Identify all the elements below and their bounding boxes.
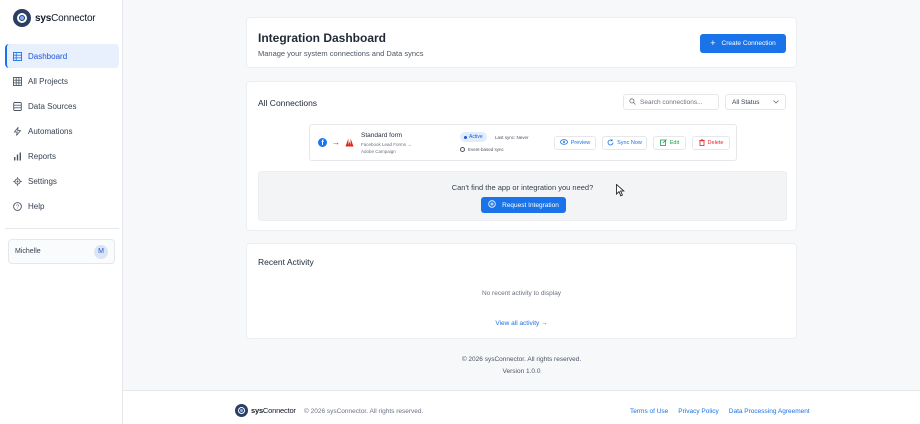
edit-label: Edit [669,140,680,146]
sidebar-item-label: All Projects [28,76,69,86]
request-integration-label: Request Integration [502,201,559,209]
delete-button[interactable]: Delete [692,136,730,150]
search-connections-input[interactable]: Search connections... [623,94,719,110]
delete-label: Delete [707,140,724,146]
sync-now-button[interactable]: Sync Now [602,136,647,150]
database-icon [12,101,22,111]
sync-type: Event-based sync [460,147,504,152]
bar-chart-icon [12,151,22,161]
connection-source: Facebook Lead Forms → [361,142,412,147]
sync-type-label: Event-based sync [468,147,504,152]
svg-text:?: ? [15,204,18,210]
eye-icon [559,139,568,147]
app-name: sysConnector [35,12,96,24]
search-icon [629,97,636,107]
empty-activity-text: No recent activity to display [481,290,562,297]
trash-icon [698,138,705,148]
all-connections-card: All Connections Search connections... Al… [246,81,797,231]
status-badge-label: Active [469,134,483,140]
sidebar: sysConnector Dashboard All Projects Data… [0,0,123,424]
facebook-icon: f [318,138,327,147]
sidebar-nav: Dashboard All Projects Data Sources Auto… [5,44,119,229]
site-footer: sysConnector © 2026 sysConnector. All ri… [123,390,920,424]
sidebar-item-label: Help [28,201,45,211]
connection-row[interactable]: f → Standard form Facebook Lead Forms → … [309,124,737,161]
connection-destination: Adobe Campaign [361,149,396,154]
connections-section-title: All Connections [258,98,318,108]
data-processing-agreement-link[interactable]: Data Processing Agreement [729,408,810,415]
privacy-policy-link[interactable]: Privacy Policy [678,408,718,415]
footer-app-name: sysConnector [251,406,296,415]
page-subtitle: Manage your system connections and Data … [258,49,424,58]
request-integration-prompt: Can't find the app or integration you ne… [451,183,594,192]
refresh-icon [607,138,614,148]
connection-name: Standard form [361,132,403,139]
sidebar-item-reports[interactable]: Reports [5,144,119,168]
clock-icon [460,147,465,152]
sysconnector-logo-icon [13,9,31,27]
user-name: Michelle [15,248,41,255]
sidebar-item-help[interactable]: ? Help [5,194,119,218]
create-connection-label: Create Connection [721,40,776,47]
sidebar-item-all-projects[interactable]: All Projects [5,69,119,93]
view-all-activity-link[interactable]: View all activity → [247,320,796,327]
edit-button[interactable]: Edit [653,136,686,150]
status-filter-value: All Status [732,98,760,106]
activity-section-title: Recent Activity [258,257,314,267]
sidebar-item-label: Dashboard [28,51,68,61]
lightning-icon [12,126,22,136]
gear-icon [12,176,22,186]
sidebar-item-label: Reports [28,151,57,161]
chevron-down-icon [773,99,779,106]
sync-now-label: Sync Now [617,140,642,146]
status-badge: Active [460,132,487,142]
sidebar-divider [5,228,119,229]
preview-button[interactable]: Preview [554,136,596,150]
status-dot-icon [464,135,467,139]
sidebar-item-label: Automations [28,126,73,136]
sidebar-item-dashboard[interactable]: Dashboard [5,44,119,68]
search-placeholder: Search connections... [640,98,703,106]
terms-of-use-link[interactable]: Terms of Use [630,408,668,415]
adobe-icon [345,138,354,147]
edit-icon [659,138,667,148]
recent-activity-card: Recent Activity No recent activity to di… [246,243,797,339]
sidebar-item-automations[interactable]: Automations [5,119,119,143]
sidebar-item-label: Data Sources [28,101,77,111]
sidebar-item-label: Settings [28,176,57,186]
plus-circle-icon [488,200,496,210]
dashboard-header-card: Integration Dashboard Manage your system… [246,17,797,68]
plus-icon: + [710,38,716,48]
request-integration-box: Can't find the app or integration you ne… [258,171,787,221]
version-text: Version 1.0.0 [502,368,541,375]
footer-copyright: © 2026 sysConnector. All rights reserved… [304,408,424,415]
app-logo[interactable]: sysConnector [13,9,96,27]
status-filter-select[interactable]: All Status [725,94,786,110]
user-profile-card[interactable]: Michelle M [8,239,115,264]
table-icon [12,76,22,86]
page-copyright: © 2026 sysConnector. All rights reserved… [461,356,582,363]
help-circle-icon: ? [12,201,22,211]
grid-icon [12,51,22,61]
preview-label: Preview [570,140,591,146]
last-sync-text: Last sync: Never [495,135,529,140]
request-integration-button[interactable]: Request Integration [481,197,566,213]
sidebar-item-data-sources[interactable]: Data Sources [5,94,119,118]
page-title: Integration Dashboard [258,31,387,45]
connection-service-icons: f → [318,138,354,147]
arrow-right-icon: → [332,138,340,147]
create-connection-button[interactable]: + Create Connection [700,34,786,53]
footer-links: Terms of Use Privacy Policy Data Process… [630,408,810,415]
sidebar-item-settings[interactable]: Settings [5,169,119,193]
footer-logo[interactable]: sysConnector [235,404,296,417]
avatar: M [94,244,108,259]
sysconnector-logo-icon [235,404,248,417]
